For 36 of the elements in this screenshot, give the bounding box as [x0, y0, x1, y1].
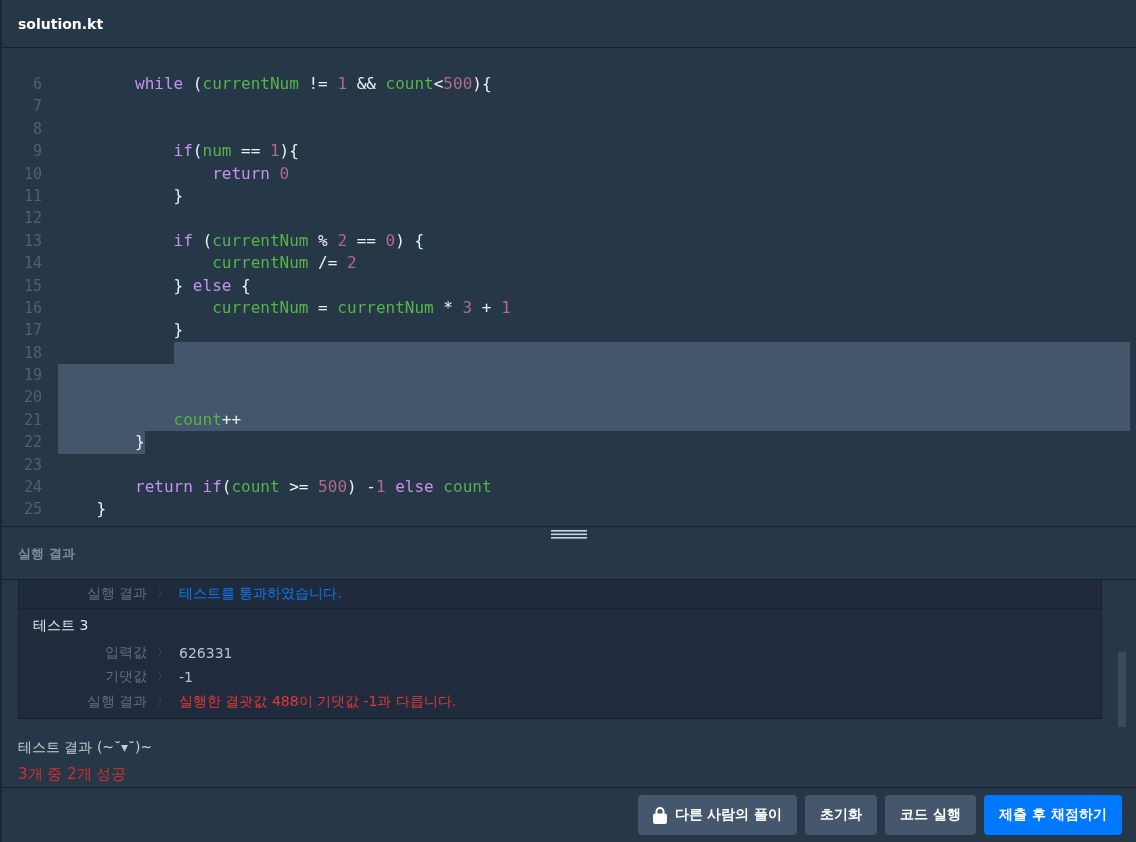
- summary-title: 테스트 결과 (~˘▾˘)~: [18, 739, 154, 757]
- result-label: 실행 결과: [85, 692, 147, 711]
- code-line: currentNum = currentNum * 3 + 1: [211, 296, 511, 319]
- code-line: }: [172, 319, 184, 342]
- action-button[interactable]: 초기화: [805, 794, 878, 835]
- code-line: if (currentNum % 2 == 0) {: [172, 229, 425, 252]
- result-value: 실행한 결괏값 488이 기댓값 -1과 다릅니다.: [179, 692, 457, 711]
- output-title: 실행 결과: [17, 545, 76, 563]
- resize-handle-icon[interactable]: [551, 529, 587, 539]
- scrollbar-thumb[interactable]: [1118, 652, 1126, 727]
- code-line: }: [95, 498, 107, 521]
- result-label: 실행 결과: [85, 585, 147, 604]
- result-label: 기댓값: [104, 668, 147, 687]
- code-line: while (currentNum != 1 && count<500){: [134, 73, 492, 95]
- code-line: return if(count >= 500) -1 else count: [134, 476, 492, 499]
- code-line: if(num == 1){: [172, 140, 299, 163]
- code-line: return 0: [211, 162, 290, 185]
- result-value: 테스트를 통과하였습니다.: [179, 585, 342, 604]
- separator: 〉: [155, 668, 171, 687]
- result-value: 626331: [179, 644, 233, 661]
- code-line: }: [172, 184, 184, 207]
- result-value: -1: [179, 669, 193, 686]
- test-title: 테스트 3: [32, 615, 90, 635]
- code-line: } else {: [172, 274, 251, 297]
- action-button[interactable]: 코드 실행: [885, 794, 977, 835]
- separator: 〉: [155, 692, 171, 711]
- file-title: solution.kt: [18, 15, 104, 32]
- separator: 〉: [155, 643, 171, 662]
- separator: 〉: [155, 585, 171, 604]
- summary-score: 3개 중 2개 성공: [18, 765, 128, 784]
- lock-icon: [652, 805, 667, 824]
- code-line: count++: [172, 409, 242, 429]
- action-button[interactable]: 제출 후 채점하기: [984, 794, 1122, 835]
- code-line: currentNum /= 2: [211, 252, 357, 275]
- result-label: 입력값: [104, 643, 147, 662]
- action-button[interactable]: 다른 사람의 풀이: [637, 794, 798, 835]
